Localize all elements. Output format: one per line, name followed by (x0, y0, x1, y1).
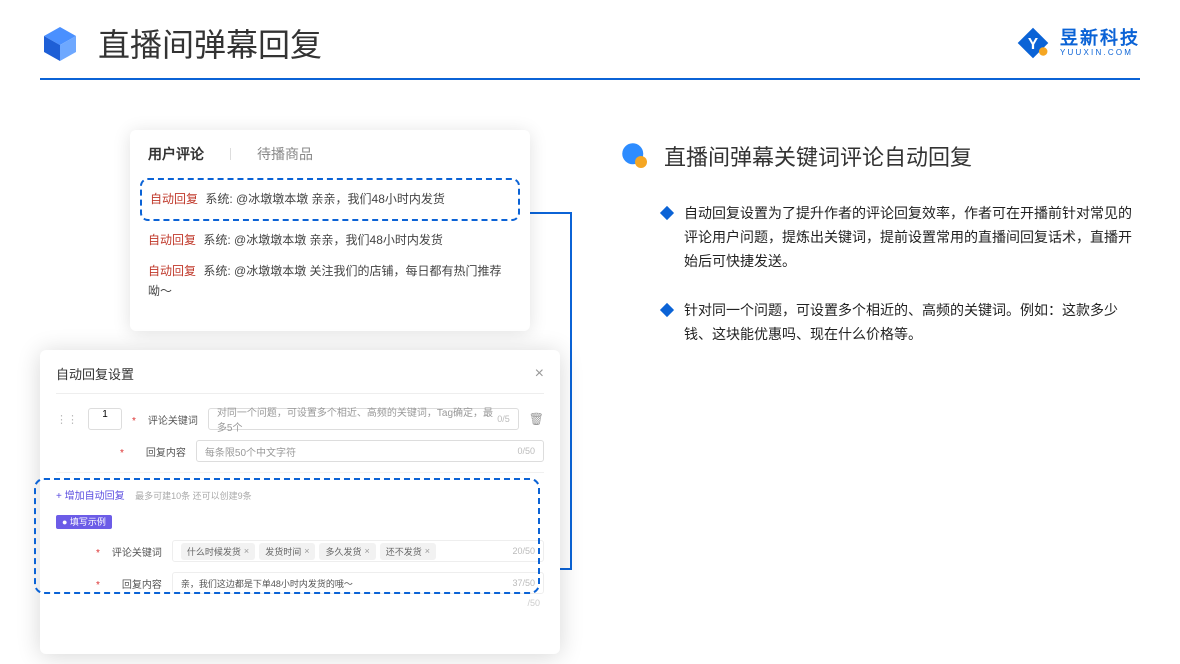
tab-user-comments[interactable]: 用户评论 (148, 144, 204, 164)
diamond-icon (660, 206, 674, 220)
brand-sub: YUUXIN.COM (1060, 49, 1140, 57)
comment-item-highlighted: 自动回复 系统: @冰墩墩本墩 亲亲，我们48小时内发货 (140, 178, 520, 221)
keyword-tag[interactable]: 多久发货× (319, 543, 375, 560)
keyword-count: 0/5 (497, 414, 510, 424)
section-title: 直播间弹幕关键词评论自动回复 (664, 140, 972, 172)
ex-keyword-input[interactable]: 什么时候发货× 发货时间× 多久发货× 还不发货× 20/50 (172, 540, 544, 562)
bullet-item: 针对同一个问题，可设置多个相近的、高频的关键词。例如：这款多少钱、这块能优惠吗、… (662, 299, 1140, 347)
auto-reply-tag: 自动回复 (150, 192, 198, 206)
bullet-text: 针对同一个问题，可设置多个相近的、高频的关键词。例如：这款多少钱、这块能优惠吗、… (684, 299, 1140, 347)
close-icon[interactable]: × (535, 365, 544, 383)
comments-panel: 用户评论 待播商品 自动回复 系统: @冰墩墩本墩 亲亲，我们48小时内发货 自… (130, 130, 530, 331)
comment-text: 系统: @冰墩墩本墩 亲亲，我们48小时内发货 (205, 192, 445, 206)
add-reply-link[interactable]: + 增加自动回复 (56, 487, 125, 502)
example-badge: ● 填写示例 (56, 515, 112, 529)
page-title: 直播间弹幕回复 (98, 20, 322, 66)
bullet-item: 自动回复设置为了提升作者的评论回复效率，作者可在开播前针对常见的评论用户问题，提… (662, 202, 1140, 273)
connector-line (528, 212, 572, 214)
keyword-tag[interactable]: 还不发货× (380, 543, 436, 560)
brand-logo-icon: Y (1016, 26, 1050, 60)
content-row: *回复内容 每条限50个中文字符 0/50 (56, 440, 544, 462)
keyword-row: ⋮⋮ 1 *评论关键词 对同一个问题，可设置多个相近、高频的关键词，Tag确定，… (56, 408, 544, 430)
ex-keyword-label: 评论关键词 (104, 544, 162, 559)
content-label: 回复内容 (128, 444, 186, 459)
add-reply-hint: 最多可建10条 还可以创建9条 (135, 491, 252, 501)
comment-item: 自动回复 系统: @冰墩墩本墩 亲亲，我们48小时内发货 (148, 231, 512, 250)
faded-count: /50 (527, 598, 540, 608)
keyword-tag[interactable]: 发货时间× (259, 543, 315, 560)
ex-content-count: 37/50 (512, 578, 535, 588)
keyword-input[interactable]: 对同一个问题，可设置多个相近、高频的关键词，Tag确定，最多5个 0/5 (208, 408, 519, 430)
auto-reply-tag: 自动回复 (148, 264, 196, 278)
content-count: 0/50 (517, 446, 535, 456)
drag-handle-icon[interactable]: ⋮⋮ (56, 413, 78, 426)
ex-content-label: 回复内容 (104, 576, 162, 591)
bubble-icon (620, 141, 650, 171)
keyword-label: 评论关键词 (140, 412, 198, 427)
keyword-tag[interactable]: 什么时候发货× (181, 543, 255, 560)
content-placeholder: 每条限50个中文字符 (205, 444, 296, 459)
svg-text:Y: Y (1028, 36, 1038, 53)
comment-text: 系统: @冰墩墩本墩 亲亲，我们48小时内发货 (203, 233, 443, 247)
bullet-text: 自动回复设置为了提升作者的评论回复效率，作者可在开播前针对常见的评论用户问题，提… (684, 202, 1140, 273)
tab-pending-products[interactable]: 待播商品 (257, 144, 313, 164)
ex-content-input[interactable]: 亲，我们这边都是下单48小时内发货的哦～ 37/50 (172, 572, 544, 594)
modal-title: 自动回复设置 (56, 364, 134, 383)
auto-reply-settings-modal: 自动回复设置 × ⋮⋮ 1 *评论关键词 对同一个问题，可设置多个相近、高频的关… (40, 350, 560, 654)
brand-name: 昱新科技 (1060, 29, 1140, 47)
cube-icon (40, 23, 80, 63)
connector-line (570, 212, 572, 570)
example-section: + 增加自动回复 最多可建10条 还可以创建9条 ● 填写示例 *评论关键词 什… (56, 472, 544, 594)
example-keyword-row: *评论关键词 什么时候发货× 发货时间× 多久发货× 还不发货× 20/50 (56, 540, 544, 562)
ex-content-text: 亲，我们这边都是下单48小时内发货的哦～ (181, 577, 353, 590)
comment-text: 系统: @冰墩墩本墩 关注我们的店铺，每日都有热门推荐呦～ (148, 264, 502, 297)
ex-keyword-count: 20/50 (512, 546, 535, 556)
index-input[interactable]: 1 (88, 408, 122, 430)
content-input[interactable]: 每条限50个中文字符 0/50 (196, 440, 544, 462)
diamond-icon (660, 303, 674, 317)
auto-reply-tag: 自动回复 (148, 233, 196, 247)
keyword-placeholder: 对同一个问题，可设置多个相近、高频的关键词，Tag确定，最多5个 (217, 404, 497, 434)
example-content-row: *回复内容 亲，我们这边都是下单48小时内发货的哦～ 37/50 (56, 572, 544, 594)
comment-item: 自动回复 系统: @冰墩墩本墩 关注我们的店铺，每日都有热门推荐呦～ (148, 262, 512, 300)
brand: Y 昱新科技 YUUXIN.COM (1016, 26, 1140, 60)
delete-icon[interactable]: 🗑 (529, 412, 544, 426)
tab-separator (230, 148, 231, 160)
